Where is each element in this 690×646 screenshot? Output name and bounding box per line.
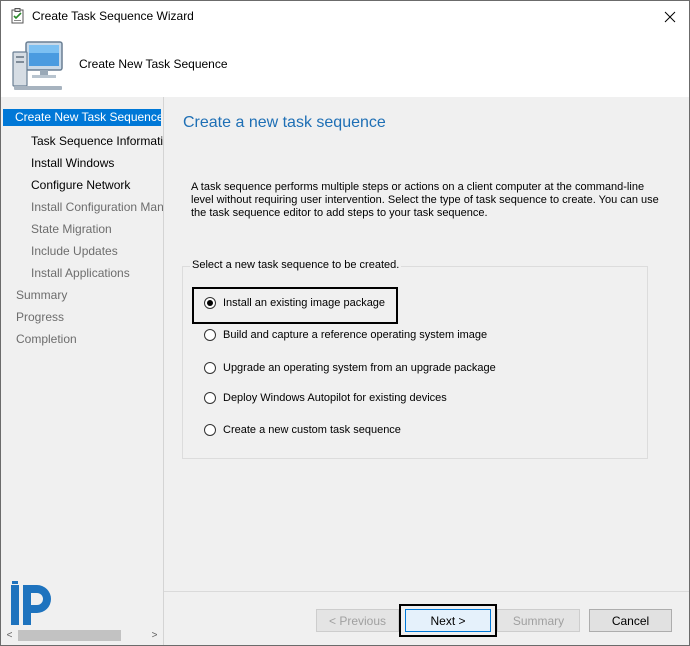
radio-selected-icon[interactable]: [204, 297, 216, 309]
scrollbar-thumb[interactable]: [18, 630, 121, 641]
nav-step-create-new-task-sequence[interactable]: Create New Task Sequence: [3, 109, 161, 126]
page-title: Create a new task sequence: [183, 114, 386, 131]
nav-step-install-windows[interactable]: Install Windows: [31, 156, 163, 170]
computer-icon: [12, 41, 63, 90]
option-deploy-autopilot[interactable]: Deploy Windows Autopilot for existing de…: [204, 390, 447, 406]
radio-unselected-icon[interactable]: [204, 424, 216, 436]
option-label: Create a new custom task sequence: [223, 424, 401, 436]
option-label: Build and capture a reference operating …: [223, 329, 488, 341]
close-button[interactable]: [651, 1, 689, 32]
wizard-header: Create New Task Sequence: [1, 32, 689, 97]
close-icon: [664, 11, 676, 22]
scroll-left-arrow-icon[interactable]: <: [1, 627, 18, 644]
option-label: Upgrade an operating system from an upgr…: [223, 362, 496, 374]
nav-step-include-updates: Include Updates: [31, 244, 118, 258]
nav-step-task-sequence-information[interactable]: Task Sequence Information: [31, 134, 163, 148]
next-button[interactable]: Next >: [405, 609, 491, 632]
header-title: Create New Task Sequence: [79, 57, 228, 71]
cancel-button[interactable]: Cancel: [589, 609, 672, 632]
group-label: Select a new task sequence to be created…: [190, 259, 402, 271]
wizard-steps-sidebar: Create New Task Sequence Task Sequence I…: [1, 97, 164, 645]
option-custom-task-sequence[interactable]: Create a new custom task sequence: [204, 422, 401, 438]
button-separator: [164, 591, 689, 592]
option-label: Install an existing image package: [223, 297, 386, 309]
scroll-right-arrow-icon[interactable]: >: [146, 627, 163, 644]
wizard-checklist-icon: [11, 8, 24, 24]
wizard-content-panel: Create a new task sequence A task sequen…: [164, 97, 689, 645]
prajwal-logo-icon: [11, 581, 51, 625]
summary-button[interactable]: Summary: [497, 609, 580, 632]
nav-step-progress: Progress: [16, 310, 65, 324]
window-title: Create Task Sequence Wizard: [32, 9, 194, 23]
title-bar: Create Task Sequence Wizard: [1, 1, 689, 32]
wizard-window: Create Task Sequence Wizard Create New T…: [0, 0, 690, 646]
nav-step-completion: Completion: [16, 332, 77, 346]
nav-step-configure-network[interactable]: Configure Network: [31, 178, 163, 192]
nav-step-state-migration: State Migration: [31, 222, 112, 236]
nav-step-summary: Summary: [16, 288, 68, 302]
radio-unselected-icon[interactable]: [204, 362, 216, 374]
option-build-and-capture[interactable]: Build and capture a reference operating …: [204, 327, 487, 343]
option-install-existing-image[interactable]: Install an existing image package: [204, 295, 385, 311]
option-upgrade-os[interactable]: Upgrade an operating system from an upgr…: [204, 360, 496, 376]
radio-unselected-icon[interactable]: [204, 329, 216, 341]
sidebar-horizontal-scrollbar[interactable]: < >: [1, 627, 163, 644]
radio-unselected-icon[interactable]: [204, 392, 216, 404]
page-description: A task sequence performs multiple steps …: [191, 181, 659, 219]
nav-step-install-configuration-manager: Install Configuration Manager: [31, 200, 163, 214]
previous-button[interactable]: < Previous: [316, 609, 399, 632]
option-label: Deploy Windows Autopilot for existing de…: [223, 392, 447, 404]
nav-step-install-applications: Install Applications: [31, 266, 130, 280]
